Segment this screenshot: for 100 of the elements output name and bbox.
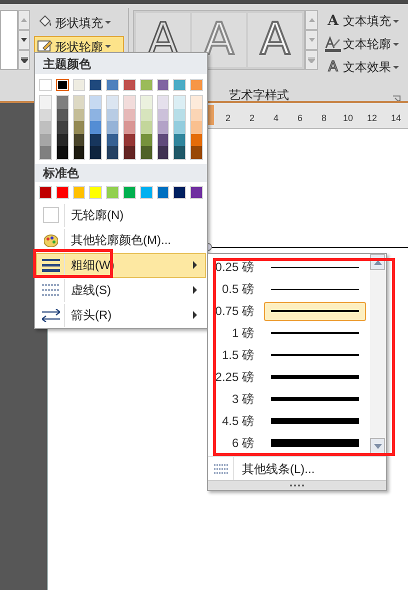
color-swatch[interactable] xyxy=(140,96,152,108)
letter-icon: A xyxy=(325,60,341,74)
color-swatch[interactable] xyxy=(74,96,84,108)
caret-icon xyxy=(393,66,399,68)
section-header: 主题颜色 xyxy=(35,53,207,74)
color-swatch[interactable] xyxy=(90,96,102,108)
palette-icon xyxy=(44,234,58,246)
color-swatch[interactable] xyxy=(158,134,168,146)
color-swatch[interactable] xyxy=(107,96,118,108)
up-arrow-icon xyxy=(21,18,27,22)
color-swatch[interactable] xyxy=(191,134,202,146)
down-arrow-icon xyxy=(374,444,382,448)
menu-item[interactable]: 箭头(R) xyxy=(36,302,206,328)
color-swatch[interactable] xyxy=(56,108,68,121)
color-swatch[interactable] xyxy=(191,146,202,158)
color-swatch[interactable] xyxy=(56,121,68,134)
letter-icon: A xyxy=(325,14,341,28)
menu-item[interactable]: 无轮廓(N) xyxy=(36,202,206,228)
color-swatch[interactable] xyxy=(158,121,168,134)
color-swatch[interactable] xyxy=(140,134,152,146)
dialog-launcher-icon[interactable] xyxy=(392,95,401,101)
weight-label: 4.5 磅 xyxy=(220,413,255,430)
section-header: 标准色 xyxy=(35,164,207,182)
weight-label: 2.25 磅 xyxy=(214,369,255,386)
color-swatch[interactable] xyxy=(158,96,168,108)
resize-grip[interactable] xyxy=(208,480,386,490)
line-weight-icon xyxy=(42,258,60,272)
color-swatch[interactable] xyxy=(124,96,135,108)
arrows-icon xyxy=(42,308,60,322)
empty-swatch-icon xyxy=(42,207,58,223)
color-swatch[interactable] xyxy=(56,134,68,146)
ruler-number: 4 xyxy=(272,112,280,124)
grip-dots-icon xyxy=(290,484,304,487)
weight-label: 3 磅 xyxy=(230,391,255,408)
color-swatch[interactable] xyxy=(124,108,135,121)
color-swatch[interactable] xyxy=(107,134,118,146)
color-swatch[interactable] xyxy=(191,121,202,134)
color-swatch[interactable] xyxy=(74,134,84,146)
ruler-number: 2 xyxy=(248,112,256,124)
up-arrow-icon xyxy=(308,18,314,22)
text-effect-button[interactable]: A 文本效果 xyxy=(325,57,407,77)
scroll-down-button[interactable] xyxy=(18,30,30,50)
up-arrow-icon xyxy=(374,260,382,264)
scrollbar[interactable] xyxy=(370,254,386,454)
expand-icon xyxy=(20,57,28,63)
line-weight-option[interactable] xyxy=(264,302,366,320)
scroll-up-button[interactable] xyxy=(305,10,318,30)
expand-icon xyxy=(308,57,315,63)
color-swatch[interactable] xyxy=(74,146,84,158)
color-swatch[interactable] xyxy=(124,134,135,146)
group-label: 艺术字样式 xyxy=(229,87,290,104)
expand-gallery-button[interactable] xyxy=(18,50,30,70)
color-swatch[interactable] xyxy=(124,121,135,134)
down-arrow-icon xyxy=(308,38,314,42)
color-swatch[interactable] xyxy=(158,146,168,158)
color-swatch[interactable] xyxy=(191,108,202,121)
text-fill-button[interactable]: A 文本填充 xyxy=(325,11,407,31)
color-swatch[interactable] xyxy=(124,146,135,158)
caret-icon xyxy=(393,42,399,46)
color-swatch[interactable] xyxy=(56,79,69,91)
dashed-lines-icon xyxy=(42,284,60,296)
color-swatch[interactable] xyxy=(107,121,118,134)
color-swatch[interactable] xyxy=(174,134,186,146)
color-swatch[interactable] xyxy=(40,108,51,121)
ruler-number: 2 xyxy=(224,112,232,124)
ruler-number: 12 xyxy=(366,112,378,124)
color-swatch[interactable] xyxy=(40,121,51,134)
color-swatch[interactable] xyxy=(74,121,84,134)
color-swatch[interactable] xyxy=(90,121,102,134)
color-swatch[interactable] xyxy=(174,108,186,121)
color-swatch[interactable] xyxy=(90,108,102,121)
menu-item[interactable]: 其他轮廓颜色(M)... xyxy=(36,228,206,252)
color-swatch[interactable] xyxy=(158,108,168,121)
color-swatch[interactable] xyxy=(140,121,152,134)
color-swatch[interactable] xyxy=(140,146,152,158)
color-swatch[interactable] xyxy=(107,108,118,121)
caret-icon xyxy=(105,21,111,24)
text-outline-button[interactable]: 文本轮廓 xyxy=(325,34,407,54)
ruler-number: 10 xyxy=(342,112,354,124)
color-swatch[interactable] xyxy=(174,96,186,108)
fill-button[interactable]: 形状填充 xyxy=(34,12,124,33)
color-swatch[interactable] xyxy=(174,121,186,134)
color-swatch[interactable] xyxy=(56,96,68,108)
caret-icon xyxy=(393,20,399,22)
menu-item[interactable]: 虚线(S) xyxy=(36,278,206,302)
color-swatch[interactable] xyxy=(90,134,102,146)
ruler-number: 6 xyxy=(296,112,304,124)
color-swatch[interactable] xyxy=(74,108,84,121)
color-swatch[interactable] xyxy=(56,146,68,158)
weight-label: 0.75 磅 xyxy=(214,303,255,320)
color-swatch[interactable] xyxy=(191,96,202,108)
color-swatch[interactable] xyxy=(174,146,186,158)
color-swatch[interactable] xyxy=(140,108,152,121)
color-swatch[interactable] xyxy=(40,146,51,158)
ruler-number: 8 xyxy=(320,112,328,124)
ruler-number: 14 xyxy=(390,112,402,124)
color-swatch[interactable] xyxy=(40,96,51,108)
color-swatch[interactable] xyxy=(40,134,51,146)
color-swatch[interactable] xyxy=(90,146,102,158)
color-swatch[interactable] xyxy=(107,146,118,158)
